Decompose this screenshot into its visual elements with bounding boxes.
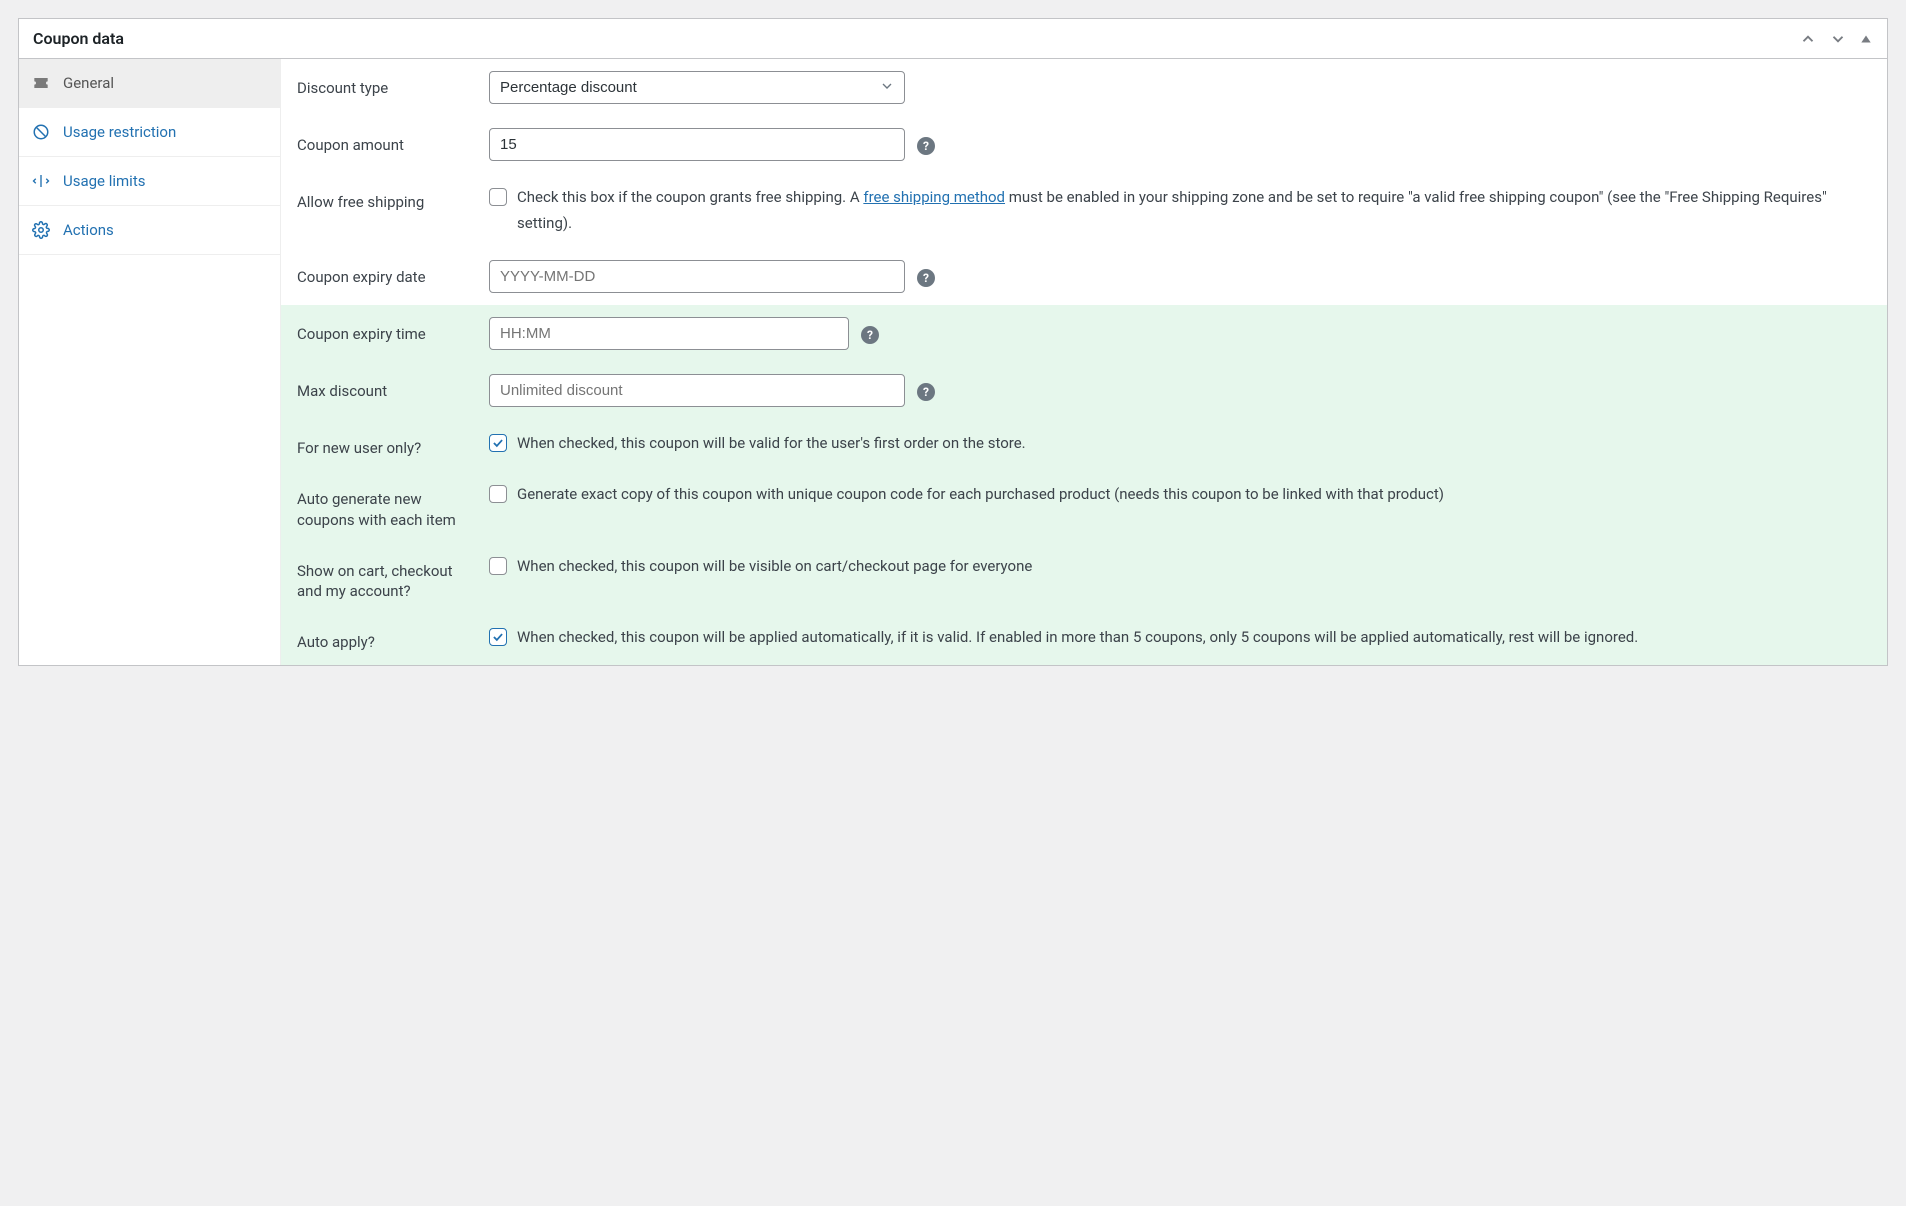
- sidebar-item-label: Actions: [63, 221, 114, 239]
- label-free-shipping: Allow free shipping: [297, 185, 475, 212]
- discount-type-select[interactable]: Percentage discount: [489, 71, 905, 104]
- new-user-checkbox[interactable]: [489, 434, 507, 452]
- row-auto-apply: Auto apply? When checked, this coupon wi…: [281, 613, 1887, 664]
- row-expiry-time: Coupon expiry time ?: [281, 305, 1887, 362]
- row-expiry-date: Coupon expiry date ?: [281, 248, 1887, 305]
- coupon-amount-input[interactable]: [489, 128, 905, 161]
- sidebar-item-actions[interactable]: Actions: [19, 206, 280, 255]
- help-icon[interactable]: ?: [917, 137, 935, 155]
- label-auto-apply: Auto apply?: [297, 625, 475, 652]
- show-on-pages-checkbox[interactable]: [489, 557, 507, 575]
- help-icon[interactable]: ?: [861, 326, 879, 344]
- label-new-user: For new user only?: [297, 431, 475, 458]
- max-discount-input[interactable]: [489, 374, 905, 407]
- label-expiry-date: Coupon expiry date: [297, 260, 475, 287]
- help-icon[interactable]: ?: [917, 383, 935, 401]
- panel-header: Coupon data: [19, 19, 1887, 59]
- row-free-shipping: Allow free shipping Check this box if th…: [281, 173, 1887, 248]
- sidebar-item-usage-restriction[interactable]: Usage restriction: [19, 108, 280, 157]
- auto-apply-desc: When checked, this coupon will be applie…: [517, 625, 1638, 651]
- panel-header-controls: [1799, 30, 1873, 48]
- label-auto-generate: Auto generate new coupons with each item: [297, 482, 475, 530]
- form-content: Discount type Percentage discount Coupon…: [281, 59, 1887, 665]
- no-entry-icon: [31, 122, 51, 142]
- ticket-icon: [31, 73, 51, 93]
- row-auto-generate: Auto generate new coupons with each item…: [281, 470, 1887, 542]
- new-user-desc: When checked, this coupon will be valid …: [517, 431, 1026, 457]
- triangle-up-icon[interactable]: [1859, 32, 1873, 46]
- chevron-up-icon[interactable]: [1799, 30, 1817, 48]
- show-on-pages-desc: When checked, this coupon will be visibl…: [517, 554, 1032, 580]
- free-shipping-method-link[interactable]: free shipping method: [863, 188, 1005, 206]
- auto-generate-desc: Generate exact copy of this coupon with …: [517, 482, 1444, 508]
- sidebar: General Usage restriction Usage limits A…: [19, 59, 281, 665]
- sidebar-item-label: Usage limits: [63, 172, 145, 190]
- row-coupon-amount: Coupon amount ?: [281, 116, 1887, 173]
- row-max-discount: Max discount ?: [281, 362, 1887, 419]
- help-icon[interactable]: ?: [917, 269, 935, 287]
- label-show-on-pages: Show on cart, checkout and my account?: [297, 554, 475, 602]
- label-coupon-amount: Coupon amount: [297, 128, 475, 155]
- panel-title: Coupon data: [33, 29, 124, 48]
- label-expiry-time: Coupon expiry time: [297, 317, 475, 344]
- sidebar-item-usage-limits[interactable]: Usage limits: [19, 157, 280, 206]
- discount-type-select-wrap: Percentage discount: [489, 71, 905, 104]
- auto-generate-checkbox[interactable]: [489, 485, 507, 503]
- sidebar-item-label: General: [63, 74, 114, 92]
- limits-icon: [31, 171, 51, 191]
- row-discount-type: Discount type Percentage discount: [281, 59, 1887, 116]
- gear-icon: [31, 220, 51, 240]
- expiry-date-input[interactable]: [489, 260, 905, 293]
- coupon-data-panel: Coupon data General: [18, 18, 1888, 666]
- chevron-down-icon[interactable]: [1829, 30, 1847, 48]
- label-max-discount: Max discount: [297, 374, 475, 401]
- auto-apply-checkbox[interactable]: [489, 628, 507, 646]
- panel-body: General Usage restriction Usage limits A…: [19, 59, 1887, 665]
- free-shipping-desc: Check this box if the coupon grants free…: [517, 185, 1871, 236]
- row-new-user: For new user only? When checked, this co…: [281, 419, 1887, 470]
- sidebar-item-general[interactable]: General: [19, 59, 280, 108]
- row-show-on-pages: Show on cart, checkout and my account? W…: [281, 542, 1887, 614]
- sidebar-item-label: Usage restriction: [63, 123, 176, 141]
- label-discount-type: Discount type: [297, 71, 475, 98]
- free-shipping-checkbox[interactable]: [489, 188, 507, 206]
- expiry-time-input[interactable]: [489, 317, 849, 350]
